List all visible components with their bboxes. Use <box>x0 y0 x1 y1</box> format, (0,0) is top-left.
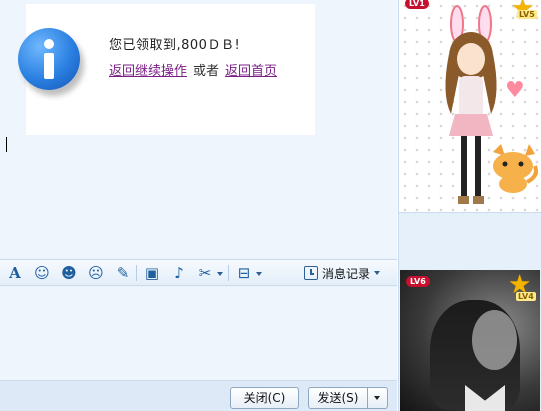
edit-icon[interactable]: ✎ <box>114 264 132 282</box>
info-icon <box>18 28 80 90</box>
return-home-link[interactable]: 返回首页 <box>225 64 277 79</box>
chat-column: 您已领取到,800ＤＢ! 返回继续操作 或者 返回首页 A ☺ ☻ ☹ ✎ ▣ ♪ … <box>0 0 397 411</box>
cat-icon <box>493 144 538 193</box>
chevron-down-icon <box>374 271 381 275</box>
star-level: LV4 <box>516 292 536 301</box>
screenshot-scissors-icon[interactable]: ✂ <box>196 264 214 282</box>
or-text: 或者 <box>193 64 220 79</box>
notice-card: 您已领取到,800ＤＢ! 返回继续操作 或者 返回首页 <box>18 4 315 135</box>
history-label: 消息记录 <box>322 266 371 281</box>
notice-message: 您已领取到,800ＤＢ! <box>109 38 241 53</box>
level-badge: LV1 <box>405 0 429 9</box>
bottom-bar: 关闭(C) 发送(S) <box>0 380 397 411</box>
text-caret <box>6 137 7 152</box>
message-input[interactable] <box>0 287 397 380</box>
notice-links: 返回继续操作 或者 返回首页 <box>109 60 277 79</box>
close-button[interactable]: 关闭(C) <box>230 387 299 409</box>
input-toolbar: A ☺ ☻ ☹ ✎ ▣ ♪ ✂ ⊟ 消息记录 <box>0 259 397 286</box>
message-area: 您已领取到,800ＤＢ! 返回继续操作 或者 返回首页 <box>0 0 397 258</box>
cartoon-icon[interactable]: ☹ <box>87 264 105 282</box>
history-icon <box>304 266 318 280</box>
music-icon[interactable]: ♪ <box>170 264 188 282</box>
emoji-icon[interactable]: ☺ <box>33 264 51 282</box>
image-icon[interactable]: ▣ <box>143 264 161 282</box>
briefcase-dropdown-icon[interactable] <box>256 272 262 276</box>
right-column: LV1 ★ LV5 ♥ <box>399 0 541 411</box>
avatar-face-icon[interactable]: ☻ <box>60 264 78 282</box>
contact-avatar-show[interactable]: LV1 ★ LV5 ♥ <box>399 0 541 213</box>
chevron-down-icon <box>374 396 380 400</box>
scissors-dropdown-icon[interactable] <box>217 272 223 276</box>
briefcase-icon[interactable]: ⊟ <box>235 264 253 282</box>
star-level: LV5 <box>517 10 537 19</box>
return-continue-link[interactable]: 返回继续操作 <box>109 64 187 79</box>
send-button[interactable]: 发送(S) <box>308 387 368 409</box>
send-options-button[interactable] <box>367 387 388 409</box>
level-badge: LV6 <box>406 276 430 287</box>
message-history-button[interactable]: 消息记录 <box>304 264 381 282</box>
my-avatar-photo[interactable]: LV6 ★ LV4 <box>400 270 540 411</box>
font-icon[interactable]: A <box>6 264 24 282</box>
